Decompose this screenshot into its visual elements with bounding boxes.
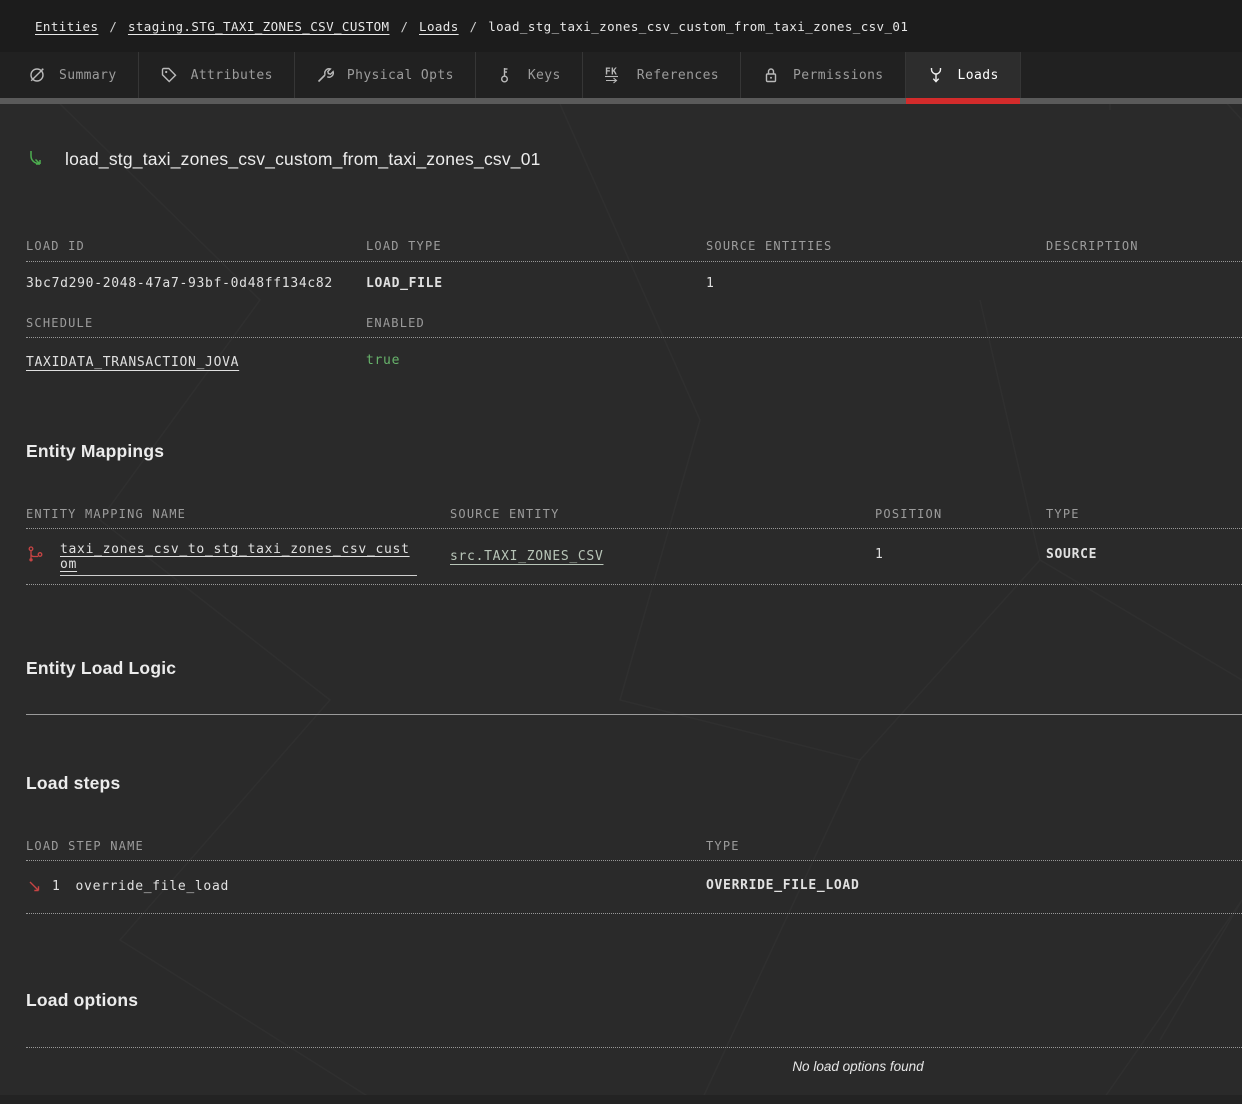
lock-icon <box>762 66 780 84</box>
entity-load-logic-title: Entity Load Logic <box>26 658 176 679</box>
load-step-type: OVERRIDE_FILE_LOAD <box>706 878 1242 895</box>
position-value: 1 <box>875 542 1046 576</box>
tab-loads[interactable]: Loads <box>906 52 1021 98</box>
tab-label: Keys <box>528 68 561 83</box>
tab-label: References <box>637 68 719 83</box>
load-options-empty-state: No load options found <box>26 1058 1242 1076</box>
enabled-value: true <box>366 353 1242 371</box>
page-title-row: load_stg_taxi_zones_csv_custom_from_taxi… <box>26 148 541 170</box>
column-header-load-step-name: LOAD STEP NAME <box>26 838 706 854</box>
load-step-row[interactable]: 1 override_file_load OVERRIDE_FILE_LOAD <box>26 878 1242 895</box>
tab-keys[interactable]: Keys <box>476 52 583 98</box>
tab-permissions[interactable]: Permissions <box>741 52 906 98</box>
column-header-schedule: SCHEDULE <box>26 315 366 331</box>
entity-mapping-name-link[interactable]: taxi_zones_csv_to_stg_taxi_zones_csv_cus… <box>60 542 417 576</box>
load-type-value: LOAD_FILE <box>366 276 706 292</box>
breadcrumb-entity[interactable]: staging.STG_TAXI_ZONES_CSV_CUSTOM <box>128 19 390 34</box>
breadcrumb-bar: Entities / staging.STG_TAXI_ZONES_CSV_CU… <box>0 0 1242 52</box>
load-arrow-icon <box>26 148 48 170</box>
page-title: load_stg_taxi_zones_csv_custom_from_taxi… <box>65 149 541 170</box>
tab-label: Summary <box>59 68 117 83</box>
mapping-fork-icon <box>26 545 45 564</box>
column-header-load-type: LOAD TYPE <box>366 238 706 254</box>
load-steps-title: Load steps <box>26 773 120 794</box>
tab-references[interactable]: FK References <box>583 52 741 98</box>
svg-text:FK: FK <box>605 67 617 78</box>
entity-tab-bar: Summary Attributes Physical Opts Keys FK <box>0 52 1242 104</box>
entity-mappings-title: Entity Mappings <box>26 441 164 462</box>
separator <box>26 528 1242 529</box>
column-header-source-entity: SOURCE ENTITY <box>450 506 875 522</box>
separator <box>26 584 1242 585</box>
tab-label: Permissions <box>793 68 884 83</box>
tab-label: Attributes <box>191 68 273 83</box>
breadcrumb-current: load_stg_taxi_zones_csv_custom_from_taxi… <box>488 19 908 34</box>
empty-message: No load options found <box>792 1059 923 1074</box>
separator <box>26 1047 1242 1048</box>
breadcrumb-loads[interactable]: Loads <box>419 19 459 34</box>
tab-physical-opts[interactable]: Physical Opts <box>295 52 476 98</box>
load-steps-header-row: LOAD STEP NAME TYPE <box>26 838 1242 854</box>
breadcrumb-separator: / <box>400 19 408 34</box>
page-bottom-edge <box>0 1095 1242 1104</box>
tab-label: Loads <box>958 68 999 83</box>
breadcrumb-entities[interactable]: Entities <box>35 19 98 34</box>
tab-attributes[interactable]: Attributes <box>139 52 295 98</box>
key-icon <box>497 66 515 84</box>
column-header-description: DESCRIPTION <box>1046 238 1242 254</box>
foreign-key-icon: FK <box>604 66 624 84</box>
description-value <box>1046 276 1242 292</box>
source-entity-link[interactable]: src.TAXI_ZONES_CSV <box>450 549 603 564</box>
tab-label: Physical Opts <box>347 68 454 83</box>
entity-mappings-header-row: ENTITY MAPPING NAME SOURCE ENTITY POSITI… <box>26 506 1242 522</box>
merge-arrow-icon <box>927 66 945 84</box>
load-step-name: override_file_load <box>76 879 229 895</box>
breadcrumb-separator: / <box>470 19 478 34</box>
breadcrumb: Entities / staging.STG_TAXI_ZONES_CSV_CU… <box>35 19 908 34</box>
load-options-title: Load options <box>26 990 138 1011</box>
step-arrow-icon <box>26 878 43 895</box>
wrench-icon <box>316 66 334 84</box>
column-header-position: POSITION <box>875 506 1046 522</box>
separator <box>26 860 1242 861</box>
load-details-header-row-1: LOAD ID LOAD TYPE SOURCE ENTITIES DESCRI… <box>26 238 1242 254</box>
column-header-enabled: ENABLED <box>366 315 1242 331</box>
source-entities-value: 1 <box>706 276 1046 292</box>
load-details-header-row-2: SCHEDULE ENABLED <box>26 315 1242 331</box>
mapping-type-value: SOURCE <box>1046 542 1242 576</box>
entity-mapping-row[interactable]: taxi_zones_csv_to_stg_taxi_zones_csv_cus… <box>26 542 1242 576</box>
tab-summary[interactable]: Summary <box>0 52 139 98</box>
separator <box>26 913 1242 914</box>
load-details-value-row-2: TAXIDATA_TRANSACTION_JOVA true <box>26 353 1242 371</box>
summary-icon <box>28 66 46 84</box>
breadcrumb-separator: / <box>109 19 117 34</box>
load-id-value: 3bc7d290-2048-47a7-93bf-0d48ff134c82 <box>26 276 366 292</box>
column-header-type: TYPE <box>1046 506 1242 522</box>
column-header-load-id: LOAD ID <box>26 238 366 254</box>
separator <box>26 261 1242 262</box>
entity-load-logic-editor-edge <box>26 714 1242 715</box>
column-header-source-entities: SOURCE ENTITIES <box>706 238 1046 254</box>
separator <box>26 337 1242 338</box>
column-header-step-type: TYPE <box>706 838 1242 854</box>
load-step-index: 1 <box>52 879 61 895</box>
app-window: Entities / staging.STG_TAXI_ZONES_CSV_CU… <box>0 0 1242 1104</box>
tag-icon <box>160 66 178 84</box>
load-details-value-row-1: 3bc7d290-2048-47a7-93bf-0d48ff134c82 LOA… <box>26 276 1242 292</box>
load-detail-page: load_stg_taxi_zones_csv_custom_from_taxi… <box>0 104 1242 1104</box>
schedule-link[interactable]: TAXIDATA_TRANSACTION_JOVA <box>26 355 239 370</box>
column-header-entity-mapping-name: ENTITY MAPPING NAME <box>26 506 450 522</box>
